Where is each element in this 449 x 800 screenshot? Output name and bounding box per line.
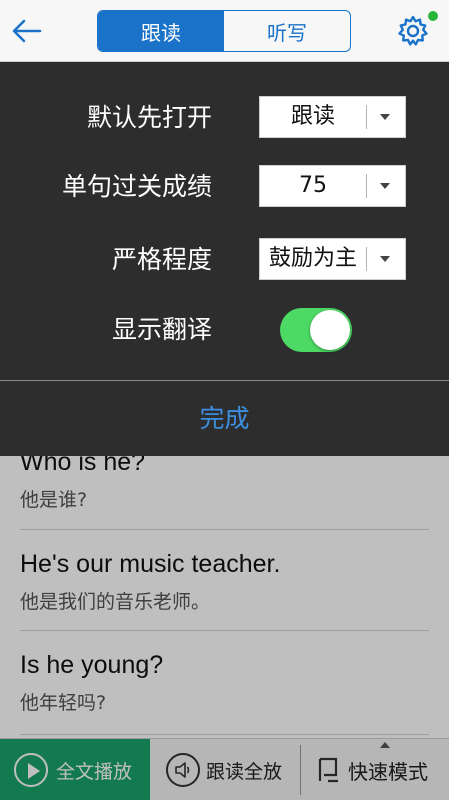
gear-icon[interactable] [396,14,430,48]
select-separator [366,174,367,198]
setting-row-default-open: 默认先打开 跟读 [0,96,449,140]
top-bar: 跟读 听写 [0,0,449,62]
mode-segmented-control: 跟读 听写 [97,10,351,52]
setting-row-strictness: 严格程度 鼓励为主 [0,238,449,282]
tab-dictation[interactable]: 听写 [224,11,350,51]
select-separator [366,247,367,271]
setting-label: 单句过关成绩 [61,172,212,201]
select-separator [366,105,367,129]
setting-label: 默认先打开 [86,103,212,132]
notification-dot [428,11,438,21]
default-open-select[interactable]: 跟读 [259,96,406,138]
chevron-down-icon [380,256,390,262]
back-arrow-icon[interactable] [10,14,44,48]
translation-toggle[interactable] [280,308,352,352]
select-value: 鼓励为主 [268,246,357,271]
setting-row-translation: 显示翻译 [0,308,449,352]
pass-score-select[interactable]: 75 [259,165,406,207]
toggle-knob [310,310,350,350]
strictness-select[interactable]: 鼓励为主 [259,238,406,280]
select-value: 75 [299,173,327,198]
settings-panel: 默认先打开 跟读 单句过关成绩 75 严格程度 鼓励为主 显示翻译 完成 [0,62,449,456]
setting-label: 显示翻译 [111,315,212,344]
setting-label: 严格程度 [111,245,212,274]
tab-follow-read[interactable]: 跟读 [98,11,224,51]
chevron-down-icon [380,114,390,120]
select-value: 跟读 [290,104,335,129]
done-button[interactable]: 完成 [0,381,449,456]
setting-row-pass-score: 单句过关成绩 75 [0,165,449,209]
chevron-down-icon [380,183,390,189]
